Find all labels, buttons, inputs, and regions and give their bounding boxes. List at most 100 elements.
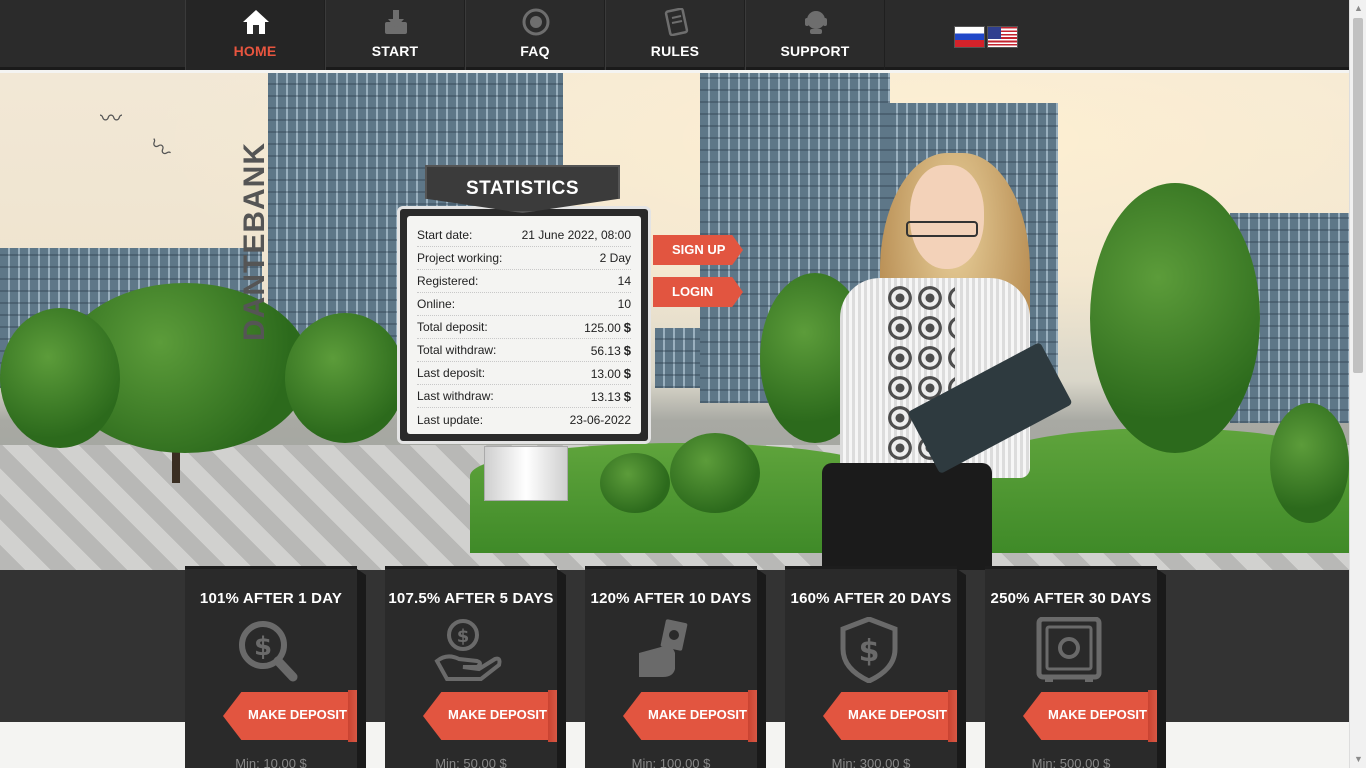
button-label: MAKE DEPOSIT	[648, 707, 747, 722]
signup-button[interactable]: SIGN UP	[653, 235, 743, 265]
building	[655, 328, 700, 388]
board-stand	[484, 446, 568, 501]
stat-value: 14	[617, 274, 631, 288]
dollar-sign: $	[623, 365, 631, 381]
plan-title: 101% AFTER 1 DAY	[199, 590, 343, 607]
tree	[0, 308, 120, 448]
shrub	[600, 453, 670, 513]
nav-item-home[interactable]: HOME	[185, 0, 325, 70]
button-label: MAKE DEPOSIT	[248, 707, 347, 722]
page-scrollbar[interactable]: ▲ ▼	[1349, 0, 1366, 768]
nav-item-support[interactable]: SUPPORT	[745, 0, 885, 70]
nav-label-rules: RULES	[650, 43, 700, 59]
model-face	[910, 165, 984, 269]
button-label: MAKE DEPOSIT	[848, 707, 947, 722]
dollar-sign: $	[623, 342, 631, 358]
statistics-table: Start date: 21 June 2022, 08:00 Project …	[407, 216, 641, 434]
plan-card: 107.5% AFTER 5 DAYS $ MAKE DEPOSIT Min: …	[385, 566, 566, 768]
dollar-sign: $	[623, 388, 631, 404]
nav-label-faq: FAQ	[520, 43, 550, 59]
stat-label: Registered:	[417, 274, 479, 288]
svg-text:$: $	[254, 632, 272, 662]
hero-banner: 〰 〰 DANTEBANK Start date: 21 June 2022, …	[0, 73, 1349, 570]
statistics-board: Start date: 21 June 2022, 08:00 Project …	[397, 206, 651, 444]
plan-card: 250% AFTER 30 DAYS MAKE DEPOSIT Min: 500…	[985, 566, 1166, 768]
stat-value-wrap: 125.00 $	[584, 320, 631, 335]
dollar-sign: $	[623, 319, 631, 335]
stat-value: 10	[617, 297, 631, 311]
document-icon	[664, 8, 689, 36]
svg-text:$: $	[457, 626, 470, 647]
us-flag-icon[interactable]	[987, 26, 1018, 48]
plan-card: 101% AFTER 1 DAY $ MAKE DEPOSIT Min: 10.…	[185, 566, 366, 768]
scroll-thumb[interactable]	[1353, 18, 1363, 373]
nav-item-faq[interactable]: FAQ	[465, 0, 605, 70]
home-icon	[243, 10, 269, 34]
safe-icon	[1036, 617, 1102, 682]
stat-row-registered: Registered: 14	[417, 270, 631, 293]
tree	[1090, 183, 1260, 453]
make-deposit-button[interactable]: MAKE DEPOSIT	[223, 690, 366, 742]
model-glasses	[906, 221, 978, 237]
language-selector	[954, 26, 1018, 48]
stat-row-last-update: Last update: 23-06-2022	[417, 408, 631, 431]
tree	[1270, 403, 1349, 523]
plan-title: 160% AFTER 20 DAYS	[790, 590, 952, 607]
button-label: MAKE DEPOSIT	[448, 707, 547, 722]
coin-hand-icon: $	[434, 619, 502, 681]
stat-row-start-date: Start date: 21 June 2022, 08:00	[417, 224, 631, 247]
stat-label: Online:	[417, 297, 456, 311]
stat-value-wrap: 56.13 $	[591, 343, 631, 358]
scroll-up-icon[interactable]: ▲	[1350, 0, 1366, 17]
stat-row-online: Online: 10	[417, 293, 631, 316]
money-search-icon: $	[239, 621, 298, 682]
stat-label: Last update:	[417, 412, 484, 427]
cash-hand-icon	[639, 619, 688, 677]
nav-label-start: START	[371, 43, 419, 59]
button-label: MAKE DEPOSIT	[1048, 707, 1147, 722]
plan-card: 160% AFTER 20 DAYS $ MAKE DEPOSIT Min: 3…	[785, 566, 966, 768]
stat-label: Last withdraw:	[417, 389, 494, 403]
ru-flag-icon[interactable]	[954, 26, 985, 48]
login-button[interactable]: LOGIN	[653, 277, 743, 307]
plan-minimum: Min: 300.00 $	[831, 756, 911, 768]
stat-value-wrap: 13.00 $	[591, 366, 631, 381]
stat-value: 13.13	[590, 389, 621, 404]
stat-row-last-withdraw: Last withdraw: 13.13 $	[417, 385, 631, 408]
stat-row-total-withdraw: Total withdraw: 56.13 $	[417, 339, 631, 362]
stat-row-last-deposit: Last deposit: 13.00 $	[417, 362, 631, 385]
tree	[285, 313, 405, 443]
dollar-shield-icon: $	[840, 617, 898, 683]
stat-value: 2 Day	[599, 251, 631, 265]
nav-item-start[interactable]: START	[325, 0, 465, 70]
stat-row-total-deposit: Total deposit: 125.00 $	[417, 316, 631, 339]
headset-icon	[805, 11, 827, 34]
nav-label-support: SUPPORT	[780, 43, 850, 59]
plan-minimum: Min: 100.00 $	[631, 756, 711, 768]
plan-title: 250% AFTER 30 DAYS	[990, 590, 1152, 607]
model-skirt	[822, 463, 992, 570]
page: HOME START FAQ RULES SUPPORT 〰 〰 DANTEBA…	[0, 0, 1366, 768]
make-deposit-button[interactable]: MAKE DEPOSIT	[1023, 690, 1166, 742]
make-deposit-button[interactable]: MAKE DEPOSIT	[423, 690, 566, 742]
stat-value: 56.13	[590, 343, 621, 358]
brand-logo: DANTEBANK	[238, 142, 271, 341]
stat-value: 125.00	[584, 320, 621, 335]
stat-value: 13.00	[590, 366, 621, 381]
seagull: 〰	[100, 106, 123, 131]
stat-value-wrap: 13.13 $	[591, 389, 631, 404]
shrub	[670, 433, 760, 513]
plan-card: 120% AFTER 10 DAYS MAKE DEPOSIT Min: 100…	[585, 566, 766, 768]
plan-minimum: Min: 50.00 $	[435, 756, 507, 768]
nav-label-home: HOME	[233, 43, 277, 59]
nav-menu: HOME START FAQ RULES SUPPORT	[185, 0, 885, 70]
plan-minimum: Min: 500.00 $	[1031, 756, 1111, 768]
top-navigation: HOME START FAQ RULES SUPPORT	[0, 0, 1349, 70]
nav-item-rules[interactable]: RULES	[605, 0, 745, 70]
download-icon	[385, 10, 407, 34]
scroll-down-icon[interactable]: ▼	[1350, 751, 1366, 768]
plan-minimum: Min: 10.00 $	[235, 756, 307, 768]
make-deposit-button[interactable]: MAKE DEPOSIT	[623, 690, 766, 742]
stat-value: 21 June 2022, 08:00	[521, 228, 631, 242]
make-deposit-button[interactable]: MAKE DEPOSIT	[823, 690, 966, 742]
